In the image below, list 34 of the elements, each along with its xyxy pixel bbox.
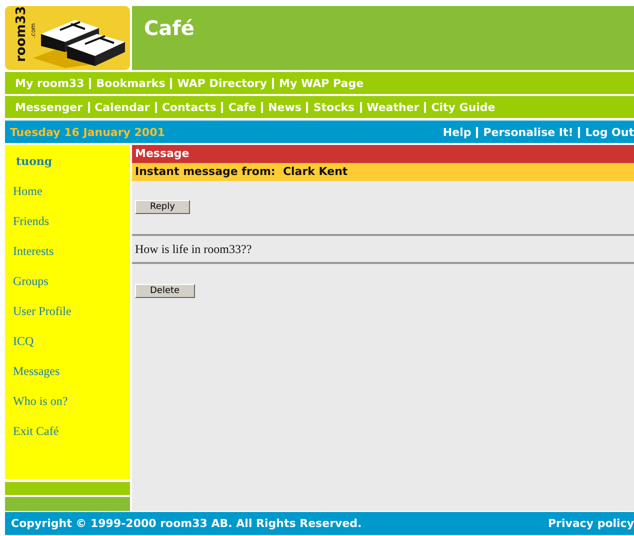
nav-link[interactable]: My WAP Page	[274, 78, 369, 88]
date-text: Tuesday 16 January 2001	[10, 126, 166, 138]
copyright-text: Copyright © 1999-2000 room33 AB. All Rights Reserved.	[11, 517, 363, 530]
page-title: Café	[144, 16, 194, 40]
nav-link[interactable]: Cafe	[223, 102, 264, 112]
message-sender: Instant message from: Clark Kent	[132, 163, 634, 181]
nav-link[interactable]: Contacts	[156, 102, 224, 112]
sidebar-link[interactable]: User Profile	[13, 304, 72, 334]
nav-link[interactable]: Stocks	[308, 102, 362, 112]
panel-title: Message	[132, 145, 634, 163]
reply-button[interactable]: Reply	[135, 200, 190, 214]
sidebar-link[interactable]: Home	[13, 184, 42, 214]
sidebar-link[interactable]: ICQ	[13, 334, 34, 364]
nav-link[interactable]: News	[263, 102, 308, 112]
message-body: How is life in room33??	[132, 234, 634, 264]
sidebar-link[interactable]: Friends	[13, 214, 49, 244]
nav-link[interactable]: WAP Directory	[172, 78, 274, 88]
nav-link[interactable]: Messenger	[10, 102, 90, 112]
sidebar-link[interactable]: Interests	[13, 244, 54, 274]
nav-link[interactable]: City Guide	[426, 102, 500, 112]
username: tuong	[16, 155, 52, 168]
header-link[interactable]: Personalise It!	[478, 126, 580, 138]
nav-link[interactable]: Weather	[362, 102, 426, 112]
sidebar-link[interactable]: Exit Café	[13, 424, 59, 454]
sidebar-link[interactable]: Who is on?	[13, 394, 68, 424]
sidebar-link[interactable]: Messages	[13, 364, 60, 394]
nav-link[interactable]: Calendar	[90, 102, 157, 112]
nav-link[interactable]: Bookmarks	[91, 78, 172, 88]
delete-button[interactable]: Delete	[135, 284, 195, 298]
sidebar-link[interactable]: Groups	[13, 274, 48, 304]
nav-link[interactable]: My room33	[10, 78, 92, 88]
privacy-link[interactable]: Privacy policy	[548, 517, 634, 530]
header-link[interactable]: Help	[438, 126, 478, 138]
header-link[interactable]: Log Out	[580, 126, 634, 138]
